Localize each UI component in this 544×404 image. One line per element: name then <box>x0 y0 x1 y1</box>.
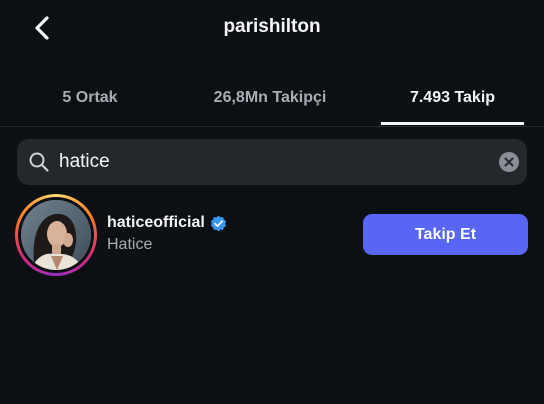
page-title: parishilton <box>223 16 321 37</box>
clear-search-button[interactable] <box>499 152 519 172</box>
avatar-photo-image <box>21 200 91 270</box>
username[interactable]: haticeofficial <box>107 214 205 232</box>
tab-bar: 5 Ortak 26,8Mn Takipçi 7.493 Takip <box>0 70 544 127</box>
verified-badge-icon <box>210 215 226 231</box>
list-item[interactable]: haticeofficial Hatice Takip Et <box>0 192 544 280</box>
search-bar <box>17 139 527 185</box>
search-input[interactable] <box>59 139 479 185</box>
story-ring[interactable] <box>15 194 97 276</box>
active-tab-indicator <box>381 122 524 125</box>
follow-button[interactable]: Takip Et <box>363 214 528 255</box>
full-name: Hatice <box>107 236 153 253</box>
following-list-screen: parishilton 5 Ortak 26,8Mn Takipçi 7.493… <box>0 0 544 404</box>
clear-icon <box>504 157 514 167</box>
search-icon <box>29 152 49 172</box>
tab-followers[interactable]: 26,8Mn Takipçi <box>190 70 350 126</box>
username-line: haticeofficial <box>107 214 227 232</box>
header: parishilton <box>0 0 544 58</box>
avatar <box>21 200 91 270</box>
tab-following[interactable]: 7.493 Takip <box>381 70 524 126</box>
tab-mutual[interactable]: 5 Ortak <box>20 70 160 126</box>
